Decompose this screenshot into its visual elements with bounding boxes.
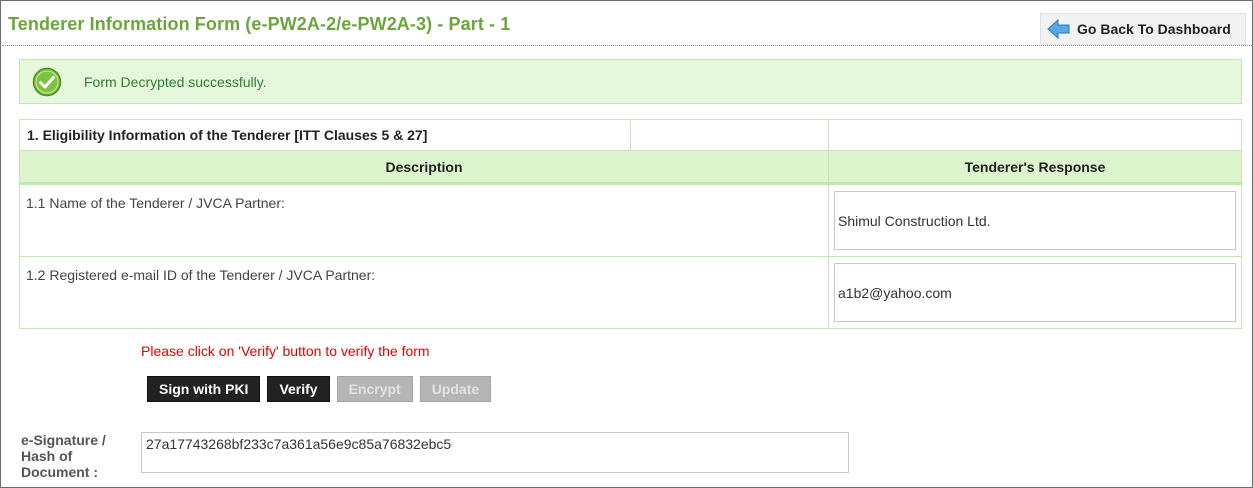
eligibility-table: 1. Eligibility Information of the Tender… [19,119,1242,329]
column-header-description: Description [19,150,829,185]
tenderer-name-field[interactable]: Shimul Construction Ltd. [834,191,1236,250]
section-row-empty [828,119,1242,151]
column-header-response: Tenderer's Response [828,150,1242,185]
success-message: Form Decrypted successfully. [84,73,267,90]
row-response-cell: Shimul Construction Ltd. [828,183,1242,257]
page-header: Tenderer Information Form (e-PW2A-2/e-PW… [2,2,1252,46]
signature-hash-field[interactable]: 27a17743268bf233c7a361a56e9c85a76832ebc5 [141,432,849,473]
section-title-text: 1. Eligibility Information of the Tender… [27,120,631,150]
verify-button[interactable]: Verify [267,376,330,402]
table-header-row: Description Tenderer's Response [19,150,1242,185]
go-back-button[interactable]: Go Back To Dashboard [1040,13,1246,45]
table-row: 1.2 Registered e-mail ID of the Tenderer… [19,256,1242,329]
row-description: 1.1 Name of the Tenderer / JVCA Partner: [19,183,829,257]
page-title: Tenderer Information Form (e-PW2A-2/e-PW… [8,14,511,34]
update-button: Update [419,376,492,402]
back-arrow-icon [1047,18,1070,40]
action-buttons: Sign with PKI Verify Encrypt Update [147,376,492,402]
go-back-label: Go Back To Dashboard [1077,21,1231,37]
sign-with-pki-button[interactable]: Sign with PKI [147,376,261,402]
check-circle-icon [32,67,62,96]
table-row: 1.1 Name of the Tenderer / JVCA Partner:… [19,183,1242,257]
row-response-cell: a1b2@yahoo.com [828,256,1242,329]
tenderer-email-field[interactable]: a1b2@yahoo.com [834,263,1236,322]
encrypt-button: Encrypt [336,376,413,402]
row-description: 1.2 Registered e-mail ID of the Tenderer… [19,256,829,329]
signature-label: e-Signature / Hash of Document : [21,432,106,480]
section-row: 1. Eligibility Information of the Tender… [19,119,1242,151]
section-title: 1. Eligibility Information of the Tender… [19,119,829,151]
verify-message: Please click on 'Verify' button to verif… [141,343,430,359]
form-window: Tenderer Information Form (e-PW2A-2/e-PW… [0,0,1253,488]
success-alert: Form Decrypted successfully. [19,59,1242,104]
